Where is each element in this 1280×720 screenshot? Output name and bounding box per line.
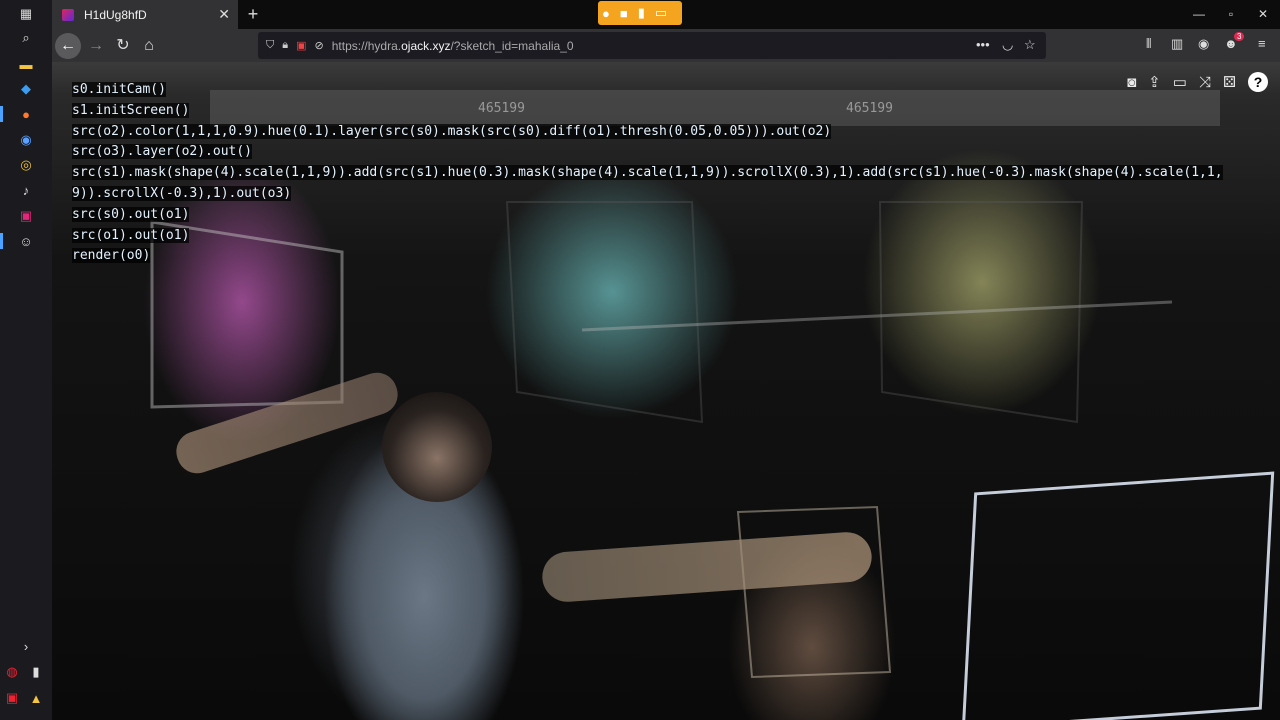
code-text: src(s0).out(o1) <box>72 206 190 222</box>
code-text: s0.initCam() <box>72 82 166 97</box>
pocket-icon[interactable]: ◡ <box>1002 37 1013 53</box>
url-prefix: https://hydra. <box>331 38 402 53</box>
camera-icon[interactable]: ◙ <box>1127 74 1136 91</box>
reload-button[interactable]: ↻ <box>110 33 136 59</box>
notification-badge: 3 <box>1234 32 1245 41</box>
wireframe-outline <box>961 471 1275 720</box>
code-line[interactable]: src(o1).out(o1) <box>72 226 1280 247</box>
app-icon[interactable]: ♪ <box>16 180 36 200</box>
microphone-icon: ▮ <box>637 5 645 20</box>
dice-icon[interactable]: ⚄ <box>1223 73 1236 91</box>
code-text: src(o3).layer(o2).out() <box>72 144 253 160</box>
sidebar-icon[interactable]: ▥ <box>1171 36 1183 52</box>
code-text: src(o2).color(1,1,1,0.9).hue(0.1).layer(… <box>72 123 832 139</box>
address-bar[interactable]: ⛉ 🔒︎ ▣ ⊘ https://hydra. ojack.xyz/?sketch… <box>258 32 1046 59</box>
camera-permission-icon[interactable]: ▣ <box>296 39 306 52</box>
person-head <box>382 392 492 502</box>
menu-icon[interactable]: ≡ <box>1258 36 1266 51</box>
code-text: 9)).scrollX(-0.3),1).out(o3) <box>72 185 292 201</box>
chevron-right-icon[interactable]: › <box>16 636 36 656</box>
browser-chrome: H1dUg8hfD ✕ + ● ■ ▮ ▭ — ▫ ✕ ← → ↻ ⌂ ⛉ 🔒︎… <box>52 0 1280 62</box>
code-line[interactable]: s0.initCam() <box>72 80 1280 101</box>
shield-icon[interactable]: ⛉ <box>266 39 274 52</box>
more-icon[interactable]: ••• <box>976 37 990 52</box>
mic-permission-icon[interactable]: ⊘ <box>315 39 324 52</box>
file-explorer-icon[interactable]: ▬ <box>16 54 36 74</box>
tray-icon-2[interactable]: ▮ <box>26 662 46 682</box>
home-button[interactable]: ⌂ <box>136 33 162 59</box>
library-icon[interactable]: ⫴ <box>1146 36 1151 52</box>
close-window-button[interactable]: ✕ <box>1248 4 1278 24</box>
browser-tab[interactable]: H1dUg8hfD ✕ <box>52 0 238 29</box>
vscode-icon[interactable]: ◆ <box>16 79 36 99</box>
tab-bar: H1dUg8hfD ✕ + ● ■ ▮ ▭ — ▫ ✕ <box>52 0 1280 29</box>
code-editor[interactable]: s0.initCam() s1.initScreen() src(o2).color… <box>72 80 1280 267</box>
code-text: src(o1).out(o1) <box>72 227 190 243</box>
sharing-indicator[interactable]: ● ■ ▮ ▭ <box>598 1 682 25</box>
code-line[interactable]: src(s1).mask(shape(4).scale(1,1,9)).add(… <box>72 163 1280 184</box>
new-tab-button[interactable]: + <box>242 3 264 25</box>
app-icon-2[interactable]: ▣ <box>16 206 36 226</box>
favicon-icon <box>62 8 74 21</box>
close-tab-icon[interactable]: ✕ <box>218 6 230 23</box>
code-line[interactable]: src(o2).color(1,1,1,0.9).hue(0.1).layer(… <box>72 122 1280 143</box>
code-text: s1.initScreen() <box>72 102 190 118</box>
help-button[interactable]: ? <box>1248 72 1268 92</box>
code-line[interactable]: s1.initScreen() <box>72 101 1280 122</box>
code-line[interactable]: 9)).scrollX(-0.3),1).out(o3) <box>72 184 1280 205</box>
tray-icon-3[interactable]: ▣ <box>2 688 22 708</box>
code-line[interactable]: render(o0) <box>72 246 1280 267</box>
hydra-toolbar: ◙ ⇪ ▭ ⤨ ⚄ ? <box>1127 68 1280 96</box>
screen-share-icon: ▭ <box>654 5 668 20</box>
tab-title: H1dUg8hfD <box>84 7 147 22</box>
tray-icon-4[interactable]: ▲ <box>26 688 46 708</box>
app-icon-3[interactable]: ☺ <box>0 231 36 251</box>
camera-share-icon: ■ <box>619 5 628 21</box>
code-text: render(o0) <box>72 248 151 264</box>
trash-icon[interactable]: ▭ <box>1173 73 1187 91</box>
hydra-canvas[interactable]: 465199 465199 s0.initCam() s1.initScreen(… <box>52 62 1280 720</box>
windows-start-icon[interactable]: ▦ <box>16 4 36 24</box>
url-path: /?sketch_id=mahalia_0 <box>450 38 574 53</box>
tray-icon-1[interactable]: ◍ <box>2 662 22 682</box>
upload-icon[interactable]: ⇪ <box>1148 73 1161 91</box>
code-line[interactable]: src(o3).layer(o2).out() <box>72 142 1280 163</box>
firefox-icon: ● <box>602 5 610 21</box>
maximize-button[interactable]: ▫ <box>1216 4 1246 24</box>
account-icon[interactable]: ◉ <box>1198 36 1209 52</box>
lock-icon[interactable]: 🔒︎ <box>282 39 288 52</box>
minimize-button[interactable]: — <box>1184 4 1214 24</box>
windows-taskbar: ▦ ⌕ ▬ ◆ ● ◉ ◎ ♪ ▣ ☺ › ◍ ▮ ▣ ▲ <box>0 0 52 720</box>
code-line[interactable]: src(s0).out(o1) <box>72 205 1280 226</box>
forward-button[interactable]: → <box>83 33 109 59</box>
firefox-icon[interactable]: ● <box>0 104 36 124</box>
back-button[interactable]: ← <box>55 33 81 59</box>
url-host: ojack.xyz <box>401 38 451 53</box>
navigation-bar: ← → ↻ ⌂ ⛉ 🔒︎ ▣ ⊘ https://hydra. ojack.xyz… <box>52 29 1280 62</box>
bookmark-star-icon[interactable]: ☆ <box>1024 37 1036 53</box>
browser-icon[interactable]: ◉ <box>16 130 36 150</box>
search-icon[interactable]: ⌕ <box>16 28 36 48</box>
shuffle-icon[interactable]: ⤨ <box>1199 74 1211 91</box>
code-text: src(s1).mask(shape(4).scale(1,1,9)).add(… <box>72 165 1223 181</box>
chrome-icon[interactable]: ◎ <box>16 155 36 175</box>
